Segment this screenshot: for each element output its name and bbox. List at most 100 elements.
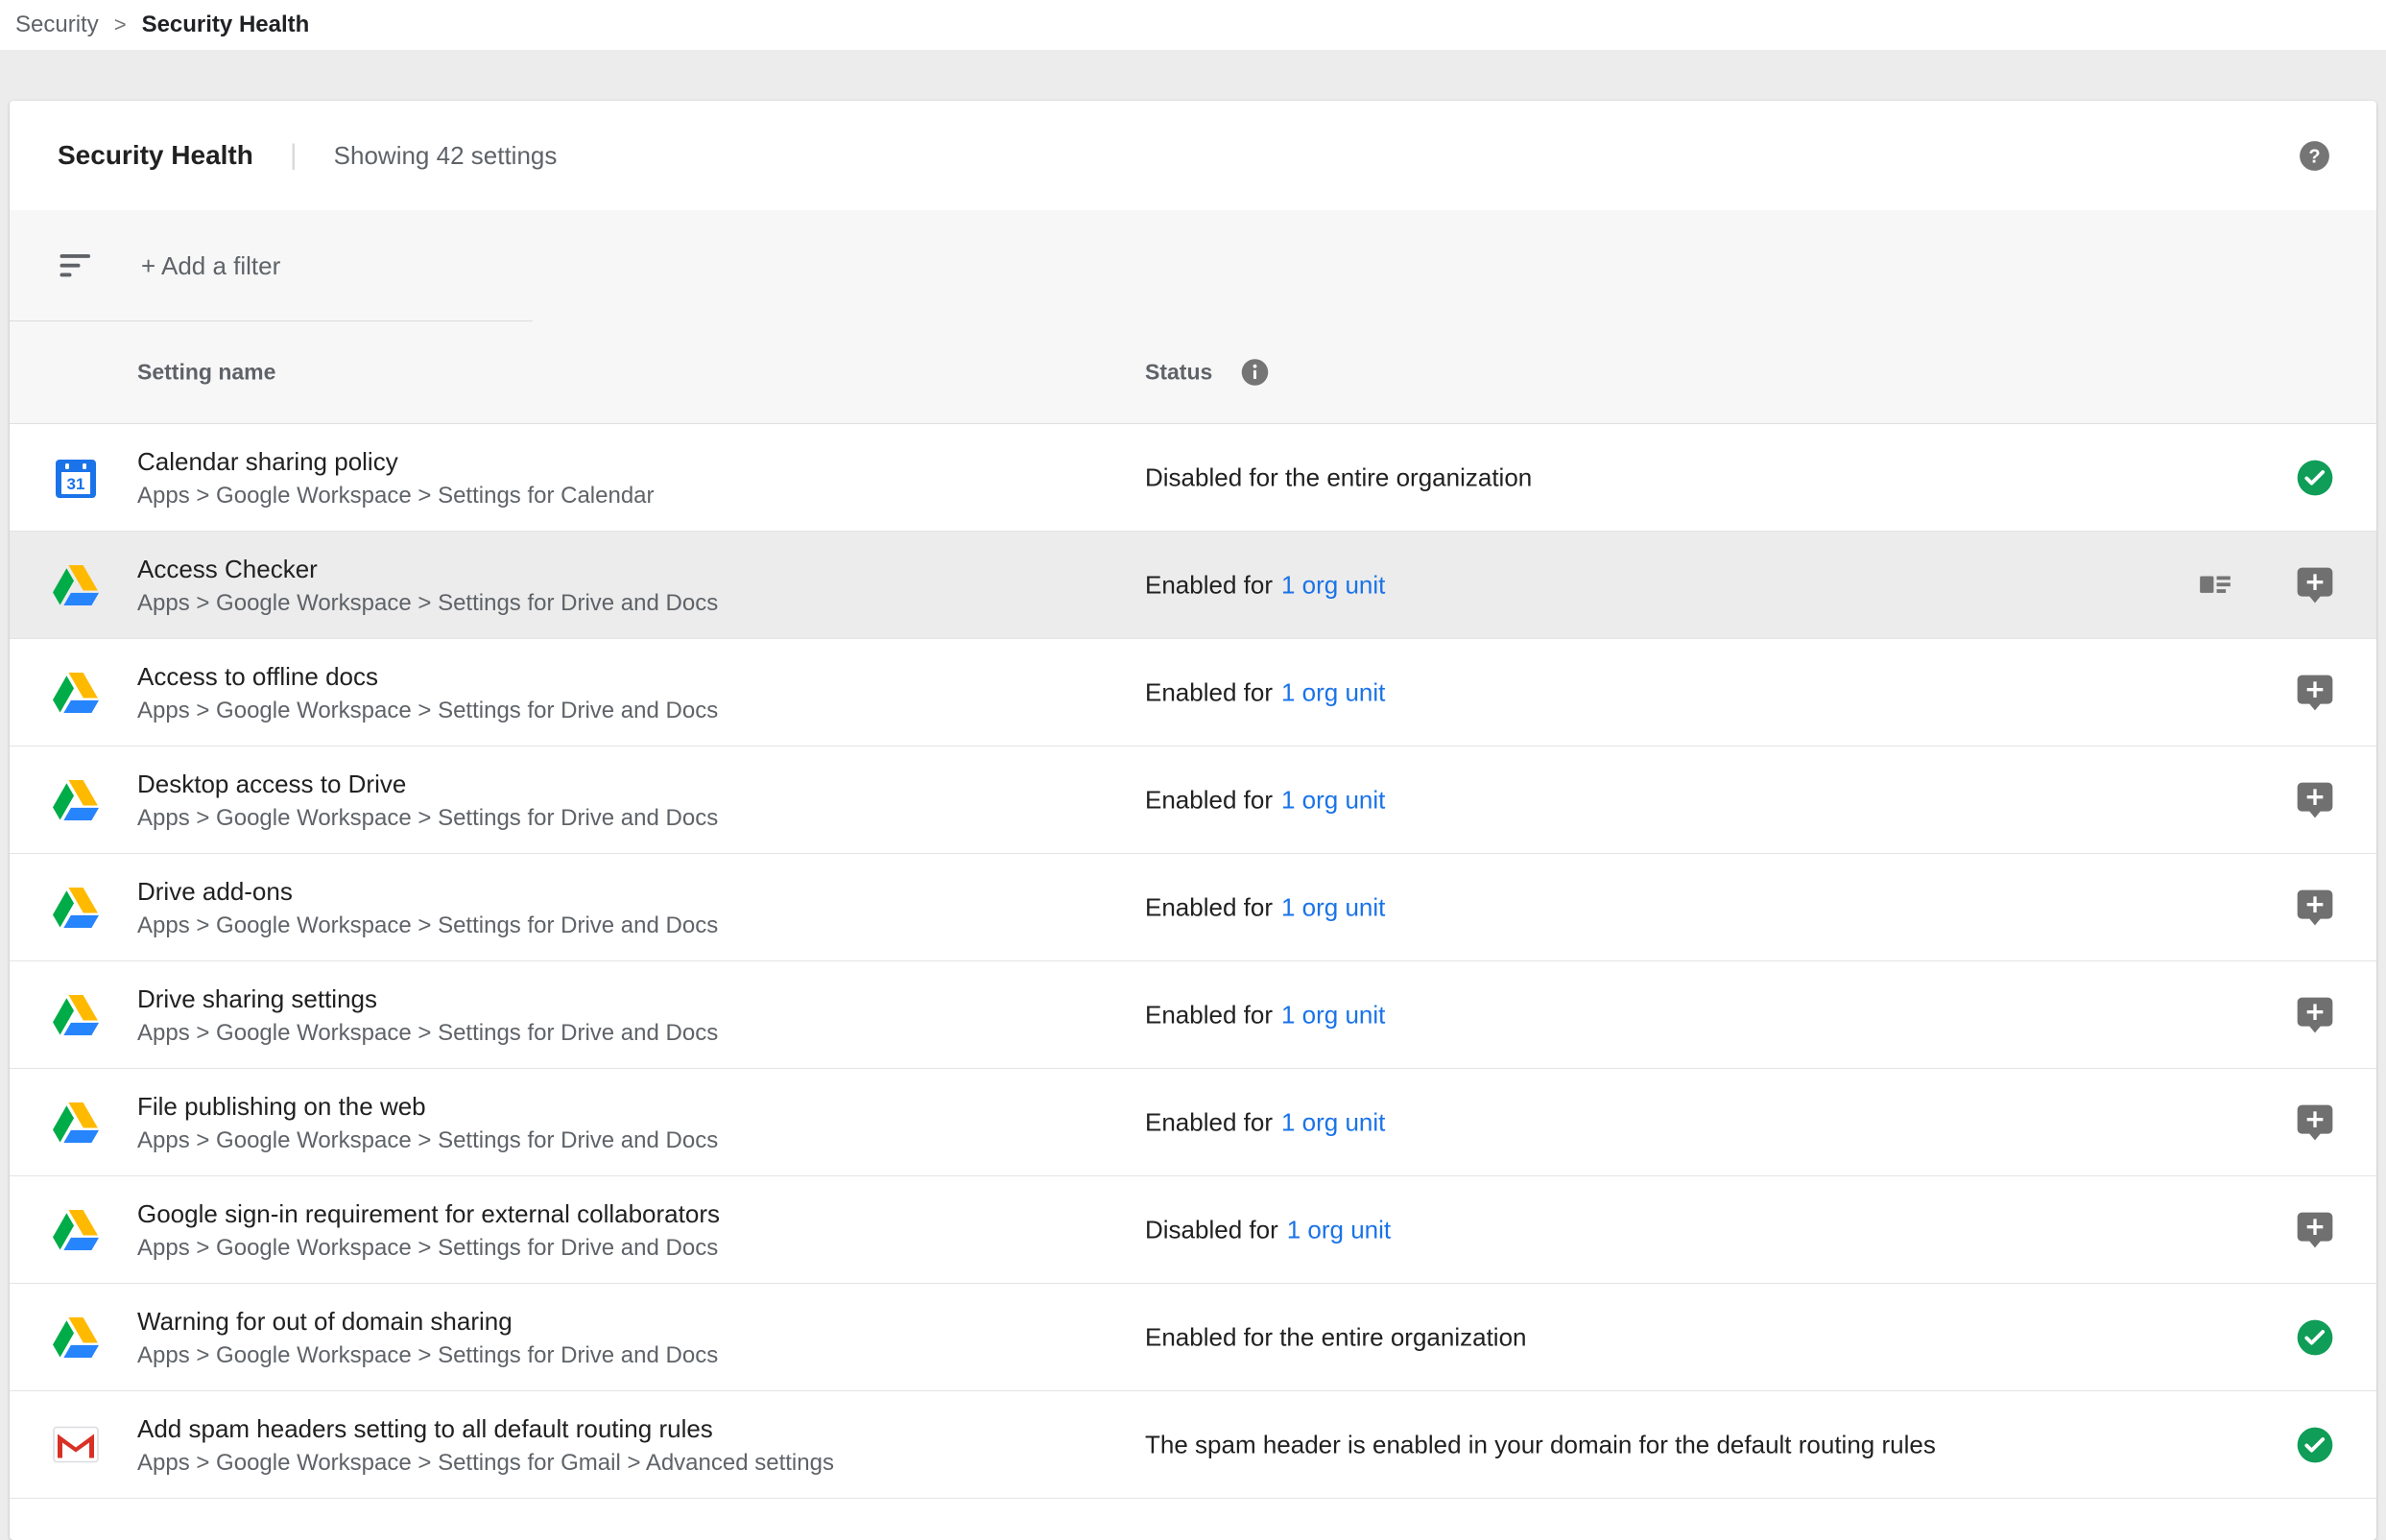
setting-name: Desktop access to Drive (137, 767, 718, 802)
setting-cell: Add spam headers setting to all default … (137, 1411, 834, 1479)
table-row[interactable]: File publishing on the web Apps > Google… (10, 1069, 2376, 1176)
setting-path: Apps > Google Workspace > Settings for D… (137, 1017, 718, 1049)
drive-icon (53, 1100, 99, 1146)
settings-count: Showing 42 settings (334, 141, 558, 171)
header-divider: | (290, 139, 298, 172)
table-row[interactable]: Calendar sharing policy Apps > Google Wo… (10, 424, 2376, 532)
status-text: The spam header is enabled in your domai… (1145, 1430, 1936, 1458)
recommendation-flag-icon[interactable] (2296, 1103, 2334, 1142)
setting-cell: Access to offline docs Apps > Google Wor… (137, 659, 718, 726)
status-text: Enabled for (1145, 570, 1273, 599)
status-info-icon[interactable] (1239, 357, 1271, 389)
org-unit-link[interactable]: 1 org unit (1281, 570, 1385, 599)
table-row[interactable]: Drive sharing settings Apps > Google Wor… (10, 961, 2376, 1069)
setting-path: Apps > Google Workspace > Settings for G… (137, 1447, 834, 1479)
status-cell: Enabled for the entire organization (1145, 1322, 1527, 1352)
status-column-label: Status (1145, 360, 1212, 386)
status-cell: Enabled for 1 org unit (1145, 570, 1385, 600)
calendar-icon (53, 455, 99, 501)
card-header: Security Health | Showing 42 settings (10, 101, 2376, 210)
org-unit-link[interactable]: 1 org unit (1281, 677, 1385, 706)
breadcrumb-chevron-icon: > (114, 12, 127, 37)
setting-path: Apps > Google Workspace > Settings for D… (137, 695, 718, 726)
setting-path: Apps > Google Workspace > Settings for D… (137, 587, 718, 619)
setting-path: Apps > Google Workspace > Settings for C… (137, 480, 655, 511)
setting-cell: Warning for out of domain sharing Apps >… (137, 1304, 718, 1371)
setting-path: Apps > Google Workspace > Settings for D… (137, 1339, 718, 1371)
breadcrumb-security[interactable]: Security (15, 12, 99, 38)
setting-name: Calendar sharing policy (137, 444, 655, 480)
setting-name: Add spam headers setting to all default … (137, 1411, 834, 1447)
table-row[interactable]: Access Checker Apps > Google Workspace >… (10, 532, 2376, 639)
setting-path: Apps > Google Workspace > Settings for D… (137, 910, 718, 941)
status-text: Enabled for (1145, 1107, 1273, 1136)
table-row[interactable]: Warning for out of domain sharing Apps >… (10, 1284, 2376, 1391)
setting-name: Access to offline docs (137, 659, 718, 695)
check-circle-icon (2296, 1318, 2334, 1357)
recommendation-flag-icon[interactable] (2296, 996, 2334, 1034)
drive-icon (53, 1315, 99, 1361)
setting-name: Drive sharing settings (137, 982, 718, 1017)
setting-cell: Google sign-in requirement for external … (137, 1196, 720, 1264)
column-header-setting-name: Setting name (137, 360, 275, 386)
status-text: Enabled for (1145, 1000, 1273, 1029)
drive-icon (53, 1207, 99, 1253)
status-text: Enabled for (1145, 785, 1273, 814)
setting-name: Drive add-ons (137, 874, 718, 910)
drive-icon (53, 885, 99, 931)
recommendation-flag-icon[interactable] (2296, 566, 2334, 604)
recommendation-flag-icon[interactable] (2296, 781, 2334, 819)
org-unit-link[interactable]: 1 org unit (1287, 1215, 1391, 1244)
status-text: Disabled for the entire organization (1145, 462, 1532, 491)
table-header: Setting name Status (10, 321, 2376, 424)
status-text: Enabled for the entire organization (1145, 1322, 1527, 1351)
setting-name: File publishing on the web (137, 1089, 718, 1125)
settings-card-icon[interactable] (2197, 567, 2233, 604)
setting-path: Apps > Google Workspace > Settings for D… (137, 1232, 720, 1264)
help-icon (2297, 138, 2332, 174)
filter-bar: + Add a filter (10, 210, 2376, 321)
page-title: Security Health (58, 140, 253, 171)
status-cell: Disabled for 1 org unit (1145, 1215, 1391, 1244)
setting-cell: Desktop access to Drive Apps > Google Wo… (137, 767, 718, 834)
table-row[interactable]: Desktop access to Drive Apps > Google Wo… (10, 746, 2376, 854)
security-health-card: Security Health | Showing 42 settings + … (10, 101, 2376, 1540)
setting-name: Google sign-in requirement for external … (137, 1196, 720, 1232)
help-button[interactable] (2297, 138, 2332, 174)
table-row[interactable]: Access to offline docs Apps > Google Wor… (10, 639, 2376, 746)
org-unit-link[interactable]: 1 org unit (1281, 785, 1385, 814)
drive-icon (53, 777, 99, 823)
recommendation-flag-icon[interactable] (2296, 1211, 2334, 1249)
setting-cell: File publishing on the web Apps > Google… (137, 1089, 718, 1156)
column-header-status: Status (1145, 357, 1271, 389)
drive-icon (53, 992, 99, 1038)
add-filter-button[interactable]: + Add a filter (141, 251, 280, 281)
filter-icon (59, 249, 93, 283)
gmail-icon (53, 1422, 99, 1468)
recommendation-flag-icon[interactable] (2296, 888, 2334, 927)
status-cell: Enabled for 1 org unit (1145, 1000, 1385, 1030)
setting-cell: Access Checker Apps > Google Workspace >… (137, 552, 718, 619)
table-row[interactable]: Add spam headers setting to all default … (10, 1391, 2376, 1499)
status-text: Enabled for (1145, 677, 1273, 706)
status-cell: The spam header is enabled in your domai… (1145, 1430, 1936, 1459)
status-cell: Enabled for1 org unit (1145, 892, 1385, 922)
breadcrumb: Security > Security Health (0, 0, 2386, 50)
recommendation-flag-icon[interactable] (2296, 674, 2334, 712)
setting-path: Apps > Google Workspace > Settings for D… (137, 802, 718, 834)
org-unit-link[interactable]: 1 org unit (1281, 1000, 1385, 1029)
status-cell: Enabled for 1 org unit (1145, 1107, 1385, 1137)
check-circle-icon (2296, 1426, 2334, 1464)
org-unit-link[interactable]: 1 org unit (1281, 1107, 1385, 1136)
org-unit-link[interactable]: 1 org unit (1281, 892, 1385, 921)
table-row[interactable]: Google sign-in requirement for external … (10, 1176, 2376, 1284)
table-row[interactable]: Drive add-ons Apps > Google Workspace > … (10, 854, 2376, 961)
setting-name: Warning for out of domain sharing (137, 1304, 718, 1339)
status-cell: Enabled for 1 org unit (1145, 677, 1385, 707)
status-cell: Disabled for the entire organization (1145, 462, 1532, 492)
status-text: Disabled for (1145, 1215, 1278, 1244)
breadcrumb-current: Security Health (142, 12, 310, 38)
setting-cell: Drive add-ons Apps > Google Workspace > … (137, 874, 718, 941)
setting-name: Access Checker (137, 552, 718, 587)
setting-path: Apps > Google Workspace > Settings for D… (137, 1125, 718, 1156)
